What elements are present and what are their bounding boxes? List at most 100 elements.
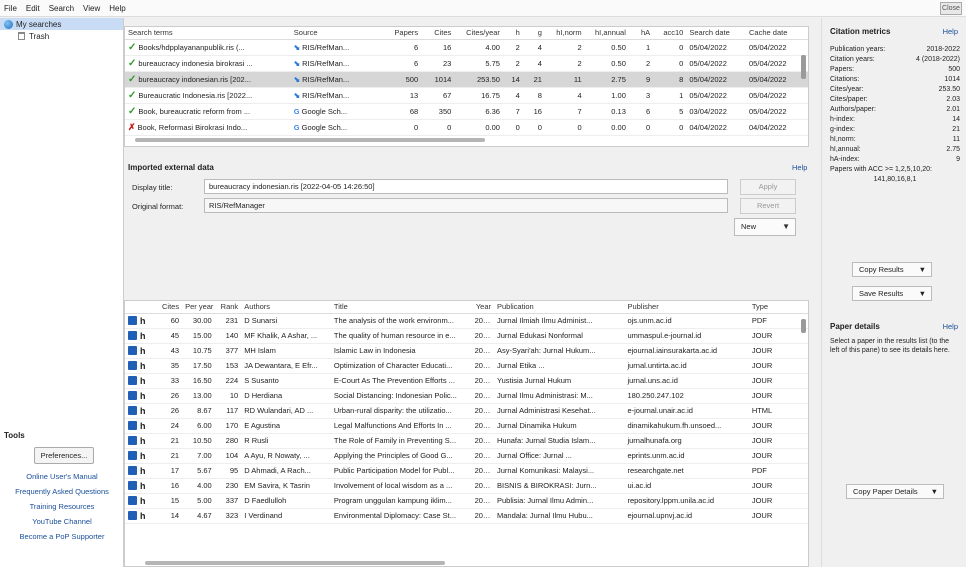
cell-rank: 104	[214, 448, 242, 464]
citation-metrics-help-link[interactable]: Help	[943, 27, 958, 36]
results-horizontal-scrollbar[interactable]	[145, 561, 445, 565]
checkmark-icon: ✓	[128, 41, 137, 53]
metric-value: 4 (2018-2022)	[916, 56, 960, 63]
save-results-button[interactable]: Save Results ▼	[852, 286, 932, 301]
cell-publisher: ejournal.upnvj.ac.id	[624, 508, 749, 524]
menu-view[interactable]: View	[83, 4, 100, 13]
source-cell: ⬊ RIS/RefMan...	[290, 39, 382, 56]
column-header[interactable]: acc10	[653, 27, 687, 40]
column-header[interactable]: Cites/year	[454, 27, 503, 40]
display-title-field[interactable]: bureaucracy indonesian.ris [2022-04-05 1…	[204, 179, 728, 194]
result-row[interactable]: h 43 10.75 377 MH Islam Islamic Law in Indone…	[125, 343, 808, 359]
imported-data-title: Imported external data	[128, 163, 214, 172]
cell-cites: 24	[155, 418, 183, 434]
column-header[interactable]: hI,norm	[544, 27, 585, 40]
cell-cites: 26	[155, 403, 183, 419]
result-row[interactable]: h 17 5.67 95 D Ahmadi, A Rach... Public Parti…	[125, 463, 808, 479]
tree-item-my-searches[interactable]: My searches	[0, 18, 123, 30]
result-row[interactable]: h 35 17.50 153 JA Dewantara, E Efr... Optimiz…	[125, 358, 808, 374]
cell-title: Urban-rural disparity: the utilizatio...	[330, 403, 472, 419]
search-row[interactable]: ✗ Book, Reformasi Birokrasi Indo... G Googl…	[125, 119, 808, 136]
metric-label: Cites/paper:	[830, 96, 868, 103]
tree-item-trash[interactable]: Trash	[0, 30, 123, 42]
imported-help-link[interactable]: Help	[792, 163, 807, 172]
cell-ha: 9	[628, 71, 654, 88]
result-row[interactable]: h 33 16.50 224 S Susanto E-Court As The Preve…	[125, 373, 808, 389]
column-header[interactable]: Authors	[241, 301, 331, 314]
column-header[interactable]: Publisher	[624, 301, 749, 314]
results-vertical-scrollbar[interactable]	[801, 319, 806, 333]
column-header[interactable]: Year	[471, 301, 494, 314]
result-row[interactable]: h 21 10.50 280 R Rusli The Role of Family in …	[125, 433, 808, 449]
result-row[interactable]: h 14 4.67 323 I Verdinand Environmental Diplo…	[125, 508, 808, 524]
column-header[interactable]: Rank	[214, 301, 242, 314]
result-icon-cell: h	[125, 463, 156, 479]
column-header-icon	[125, 301, 156, 314]
search-row[interactable]: ✓ bureaucracy indonesian.ris [202... ⬊ RIS/…	[125, 71, 808, 88]
source-label: RIS/RefMan...	[302, 74, 350, 84]
column-header[interactable]: Papers	[381, 27, 422, 40]
menu-file[interactable]: File	[4, 4, 17, 13]
cell-authors: MF Khalik, A Ashar, ...	[241, 328, 331, 344]
preferences-button[interactable]: Preferences...	[34, 447, 94, 464]
result-icon-cell: h	[125, 508, 156, 524]
cell-hiannual: 1.00	[584, 87, 629, 104]
column-header[interactable]: Cites	[155, 301, 183, 314]
result-row[interactable]: h 16 4.00 230 EM Savira, K Tasrin Involvement…	[125, 478, 808, 494]
cell-hinorm: 11	[544, 71, 585, 88]
cell-title: The Role of Family in Preventing S...	[330, 433, 472, 449]
column-header[interactable]: g	[522, 27, 545, 40]
result-row[interactable]: h 60 30.00 231 D Sunarsi The analysis of the …	[125, 313, 808, 329]
column-header[interactable]: hA	[628, 27, 654, 40]
menu-help[interactable]: Help	[109, 4, 125, 13]
cell-cache-date: 05/04/2022	[746, 87, 808, 104]
apply-button[interactable]: Apply	[740, 179, 796, 195]
column-header[interactable]: Cache date	[746, 27, 808, 40]
search-row[interactable]: ✓ Book, bureaucratic reform from ... G Goog…	[125, 103, 808, 120]
youtube-channel-link[interactable]: YouTube Channel	[2, 515, 122, 529]
result-row[interactable]: h 24 6.00 170 E Agustina Legal Malfunctions A…	[125, 418, 808, 434]
search-row[interactable]: ✓ bureaucracy indonesia birokrasi ... ⬊ RIS…	[125, 55, 808, 72]
column-header[interactable]: Search terms	[125, 27, 291, 40]
column-header[interactable]: Type	[748, 301, 808, 314]
column-header[interactable]: Per year	[182, 301, 215, 314]
column-header[interactable]: Source	[290, 27, 382, 40]
column-header[interactable]: Cites	[421, 27, 455, 40]
search-term-cell: ✓ bureaucracy indonesia birokrasi ...	[125, 55, 291, 72]
paper-type-icon	[128, 421, 137, 430]
cell-cites: 16	[155, 478, 183, 494]
trash-icon	[18, 32, 25, 40]
become-supporter-link[interactable]: Become a PoP Supporter	[2, 530, 122, 544]
column-header[interactable]: Search date	[686, 27, 747, 40]
column-header[interactable]: hI,annual	[584, 27, 629, 40]
vertical-scrollbar[interactable]	[801, 55, 806, 79]
result-row[interactable]: h 45 15.00 140 MF Khalik, A Ashar, ... The qu…	[125, 328, 808, 344]
cell-cache-date: 05/04/2022	[746, 71, 808, 88]
close-window-button[interactable]: Close	[940, 2, 962, 15]
checkmark-icon: ✓	[128, 89, 137, 101]
result-row[interactable]: h 21 7.00 104 A Ayu, R Nowaty, ... Applying t…	[125, 448, 808, 464]
column-header[interactable]: Publication	[493, 301, 625, 314]
copy-results-button[interactable]: Copy Results ▼	[852, 262, 932, 277]
metric-label: Authors/paper:	[830, 106, 876, 113]
copy-paper-details-button[interactable]: Copy Paper Details ▼	[846, 484, 944, 499]
paper-details-help-link[interactable]: Help	[943, 322, 958, 331]
horizontal-scrollbar[interactable]	[135, 138, 485, 142]
menu-search[interactable]: Search	[49, 4, 74, 13]
column-header[interactable]: Title	[330, 301, 472, 314]
cell-year: 2018	[471, 478, 494, 494]
menu-edit[interactable]: Edit	[26, 4, 40, 13]
result-row[interactable]: h 26 13.00 10 D Herdiana Social Distancing: I…	[125, 388, 808, 404]
result-icon-cell: h	[125, 328, 156, 344]
online-manual-link[interactable]: Online User's Manual	[2, 470, 122, 484]
search-row[interactable]: ✓ Bureaucratic Indonesia.ris [2022... ⬊ RIS…	[125, 87, 808, 104]
search-row[interactable]: ✓ Books/hdpplayananpublik.ris (... ⬊ RIS/Re…	[125, 39, 808, 56]
result-row[interactable]: h 15 5.00 337 D Faedlulloh Program unggulan k…	[125, 493, 808, 509]
new-dropdown[interactable]: New ▼	[734, 218, 796, 236]
result-row[interactable]: h 26 8.67 117 RD Wulandari, AD ... Urban-rura…	[125, 403, 808, 419]
column-header[interactable]: h	[502, 27, 523, 40]
cell-rank: 140	[214, 328, 242, 344]
faq-link[interactable]: Frequently Asked Questions	[2, 485, 122, 499]
training-resources-link[interactable]: Training Resources	[2, 500, 122, 514]
revert-button[interactable]: Revert	[740, 198, 796, 214]
